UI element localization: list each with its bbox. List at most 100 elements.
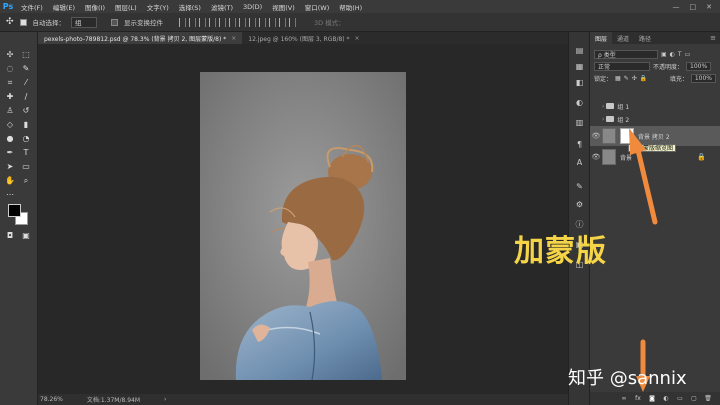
move-tool-icon[interactable]: ✣ <box>6 17 14 27</box>
foreground-color-swatch[interactable] <box>8 204 21 217</box>
paragraph-panel-icon[interactable]: ¶ <box>574 140 585 150</box>
quick-mask-icon[interactable]: ◘ <box>4 230 16 241</box>
align-left-icon[interactable] <box>209 17 217 27</box>
distribute-left-icon[interactable] <box>269 17 277 27</box>
expand-arrow-icon[interactable]: › <box>602 116 604 123</box>
menu-edit[interactable]: 编辑(E) <box>48 2 80 12</box>
menu-layer[interactable]: 图层(L) <box>110 2 142 12</box>
eyedropper-icon[interactable]: ⁄ <box>20 77 32 88</box>
close-button[interactable]: ✕ <box>706 3 712 11</box>
brush-tool-icon[interactable]: ∕ <box>20 91 32 102</box>
crop-tool-icon[interactable]: ⌗ <box>4 77 16 88</box>
shape-tool-icon[interactable]: ▭ <box>20 161 32 172</box>
dodge-tool-icon[interactable]: ◔ <box>20 133 32 144</box>
marquee-tool-icon[interactable]: ⬚ <box>20 49 32 60</box>
filter-type-icon[interactable]: T <box>678 51 682 58</box>
character-panel-icon[interactable]: A <box>574 158 585 168</box>
hand-tool-icon[interactable]: ✋ <box>4 175 16 186</box>
adjustment-layer-icon[interactable]: ◐ <box>662 395 670 402</box>
layer-row-selected[interactable]: 👁 背景 拷贝 2 <box>590 126 720 146</box>
layer-row[interactable]: › 组 2 <box>590 113 720 125</box>
close-icon[interactable]: × <box>355 35 360 42</box>
menu-window[interactable]: 窗口(W) <box>300 2 335 12</box>
tool-presets-icon[interactable]: ⚙ <box>574 200 585 210</box>
type-tool-icon[interactable]: T <box>20 147 32 158</box>
restore-button[interactable]: □ <box>690 3 697 11</box>
fx-icon[interactable]: fx <box>634 395 642 402</box>
blur-tool-icon[interactable]: ● <box>4 133 16 144</box>
tab-paths[interactable]: 路径 <box>634 32 656 44</box>
lock-all-icon[interactable]: 🔒 <box>640 75 647 82</box>
layer-thumbnail[interactable] <box>602 128 616 144</box>
canvas-area[interactable] <box>38 44 568 394</box>
tab-document-2[interactable]: 12.jpeg @ 160% (图层 3, RGB/8) * × <box>242 32 365 44</box>
path-select-icon[interactable]: ➤ <box>4 161 16 172</box>
distribute-top-icon[interactable] <box>239 17 247 27</box>
menu-filter[interactable]: 滤镜(T) <box>206 2 238 12</box>
document-image[interactable] <box>200 72 406 380</box>
new-layer-icon[interactable]: ▢ <box>690 395 698 402</box>
zoom-tool-icon[interactable]: ⌕ <box>20 175 32 186</box>
healing-brush-icon[interactable]: ✚ <box>4 91 16 102</box>
history-panel-icon[interactable]: ▤ <box>574 46 585 56</box>
opacity-input[interactable]: 100% <box>686 61 712 71</box>
menu-view[interactable]: 视图(V) <box>267 2 300 12</box>
adjustments-panel-icon[interactable]: ◧ <box>574 78 585 88</box>
filter-shape-icon[interactable]: ▭ <box>685 51 691 58</box>
more-tools-icon[interactable]: ⋯ <box>4 189 16 200</box>
swatches-panel-icon[interactable]: ▥ <box>574 118 585 128</box>
properties-panel-icon[interactable]: ▦ <box>574 62 585 72</box>
move-tool-icon[interactable]: ✣ <box>4 49 16 60</box>
menu-3d[interactable]: 3D(D) <box>238 3 267 11</box>
align-right-icon[interactable] <box>229 17 237 27</box>
filter-adjust-icon[interactable]: ◐ <box>670 51 675 58</box>
quick-select-icon[interactable]: ✎ <box>20 63 32 74</box>
lasso-tool-icon[interactable]: ◌ <box>4 63 16 74</box>
menu-type[interactable]: 文字(Y) <box>142 2 174 12</box>
layer-mask-thumbnail[interactable] <box>620 128 634 144</box>
trash-icon[interactable]: 🗑 <box>704 395 712 402</box>
gradient-tool-icon[interactable]: ▮ <box>20 119 32 130</box>
distribute-right-icon[interactable] <box>289 17 297 27</box>
eye-icon[interactable]: 👁 <box>590 153 602 161</box>
pen-tool-icon[interactable]: ✒ <box>4 147 16 158</box>
menu-image[interactable]: 图像(I) <box>80 2 110 12</box>
distribute-middle-icon[interactable] <box>249 17 257 27</box>
menu-help[interactable]: 帮助(H) <box>334 2 367 12</box>
layer-kind-filter[interactable]: ρ 类型 <box>594 49 658 59</box>
lock-pixels-icon[interactable]: ▦ <box>615 75 621 82</box>
zoom-level[interactable]: 78.26% <box>40 396 63 403</box>
distribute-bottom-icon[interactable] <box>259 17 267 27</box>
auto-select-checkbox[interactable] <box>19 18 27 26</box>
eye-icon[interactable]: 👁 <box>590 132 602 140</box>
fill-input[interactable]: 100% <box>690 73 716 83</box>
menu-select[interactable]: 选择(S) <box>174 2 206 12</box>
align-bottom-icon[interactable] <box>199 17 207 27</box>
tab-layers[interactable]: 图层 <box>590 32 613 44</box>
align-top-icon[interactable] <box>179 17 187 27</box>
distribute-center-icon[interactable] <box>279 17 287 27</box>
color-panel-icon[interactable]: ◐ <box>574 98 585 108</box>
layer-row[interactable]: › 组 1 <box>590 100 720 112</box>
brush-panel-icon[interactable]: ✎ <box>574 182 585 192</box>
align-center-icon[interactable] <box>219 17 227 27</box>
expand-arrow-icon[interactable]: › <box>602 103 604 110</box>
eraser-tool-icon[interactable]: ◇ <box>4 119 16 130</box>
screen-mode-icon[interactable]: ▣ <box>20 230 32 241</box>
lock-paint-icon[interactable]: ✎ <box>624 75 629 82</box>
menu-file[interactable]: 文件(F) <box>16 2 48 12</box>
show-transform-checkbox[interactable] <box>111 18 119 26</box>
filter-image-icon[interactable]: ▣ <box>661 51 667 58</box>
clone-stamp-icon[interactable]: ♙ <box>4 105 16 116</box>
minimize-button[interactable]: — <box>673 3 680 11</box>
close-icon[interactable]: × <box>231 35 236 42</box>
layer-thumbnail[interactable] <box>602 149 616 165</box>
history-brush-icon[interactable]: ↺ <box>20 105 32 116</box>
auto-select-dropdown[interactable]: 组 <box>71 16 98 28</box>
status-arrow-icon[interactable]: › <box>164 396 166 403</box>
lock-position-icon[interactable]: ✣ <box>632 75 637 82</box>
tab-channels[interactable]: 通道 <box>612 32 634 44</box>
new-group-icon[interactable]: ▭ <box>676 395 684 402</box>
blend-mode-select[interactable]: 正常 <box>594 61 650 71</box>
align-middle-icon[interactable] <box>189 17 197 27</box>
